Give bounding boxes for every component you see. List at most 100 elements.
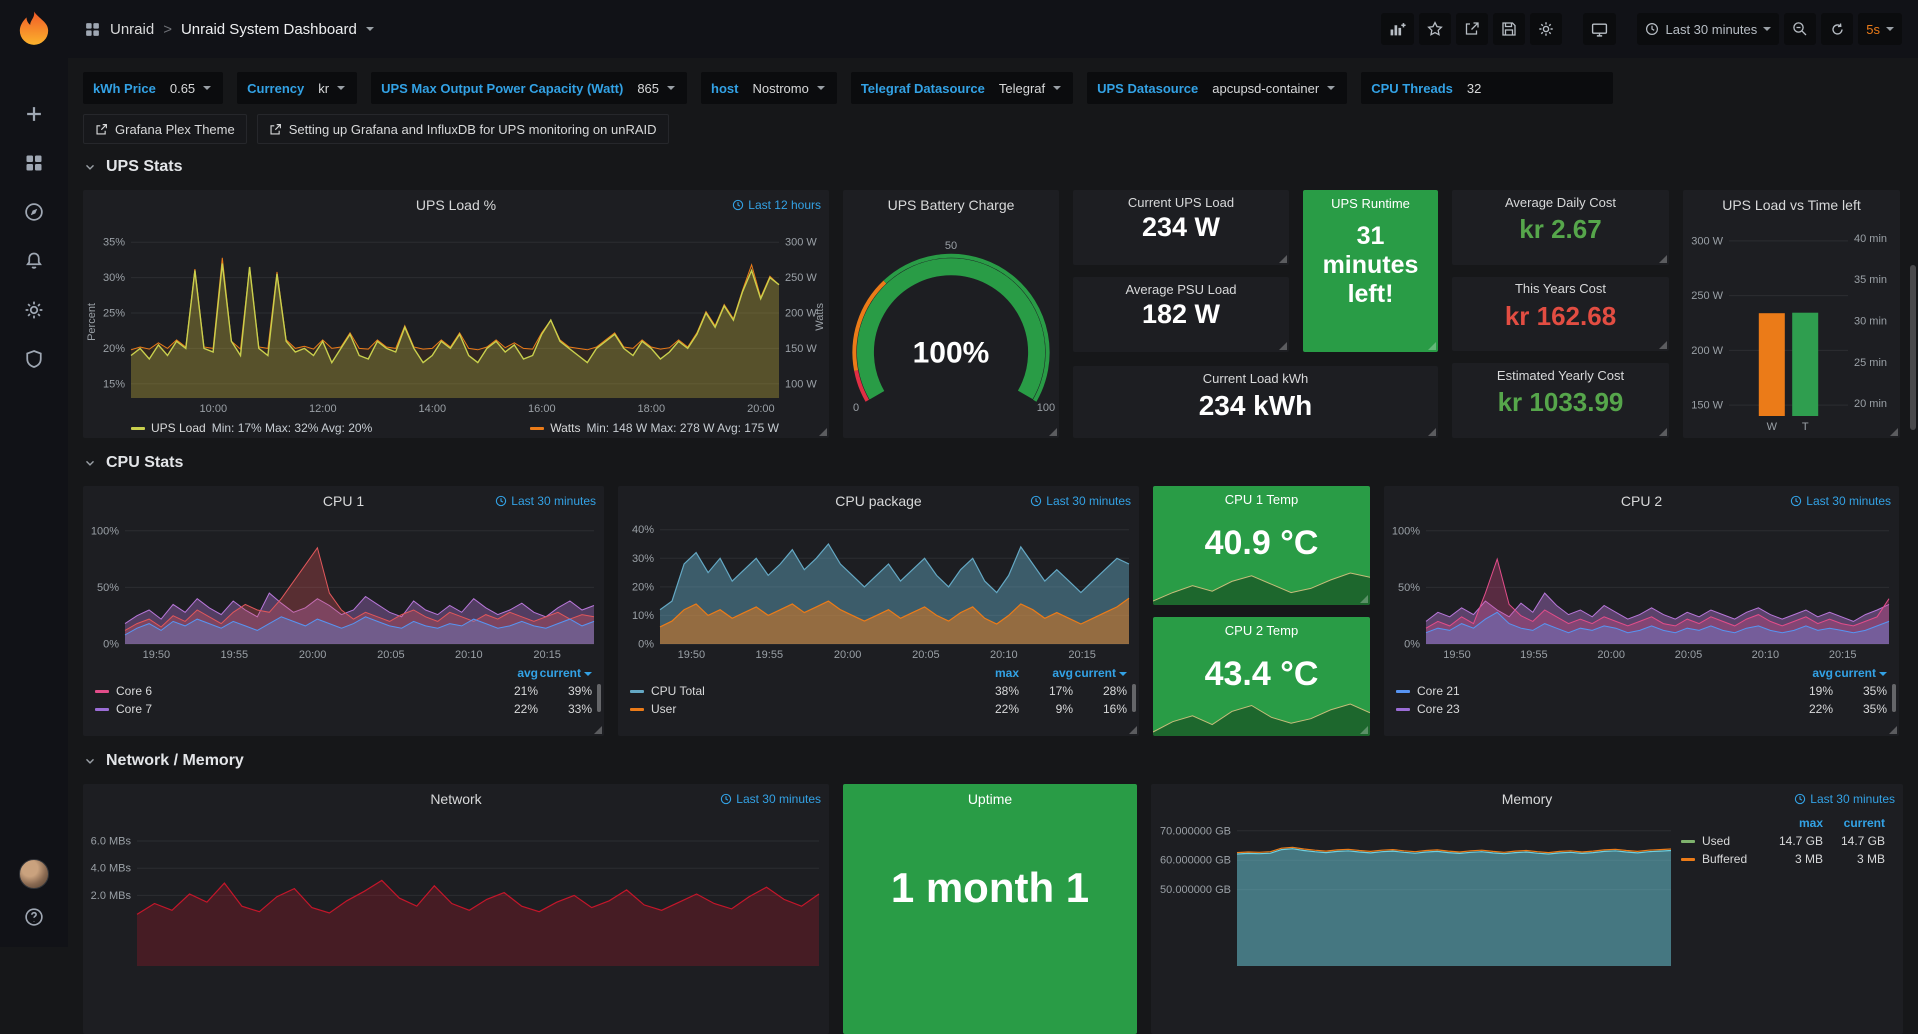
panel-resize-handle[interactable] [1129,726,1137,734]
legend-scrollbar[interactable] [1892,684,1896,712]
refresh-interval-picker[interactable]: 5s [1858,13,1902,45]
panel-title[interactable]: Uptime [968,791,1012,807]
sidebar-explore-button[interactable] [0,187,68,236]
legend-series[interactable]: Used [1681,834,1761,848]
star-button[interactable] [1419,13,1451,45]
legend-column-current[interactable]: current [538,666,592,680]
panel-time-range[interactable]: Last 30 minutes [1794,792,1895,806]
zoom-out-button[interactable] [1784,13,1816,45]
panel-title[interactable]: CPU 2 [1621,493,1662,509]
legend-column-avg[interactable]: avg [1019,666,1073,680]
tv-mode-button[interactable] [1583,13,1616,45]
dashboard-link[interactable]: Grafana Plex Theme [83,114,247,144]
page-scrollbar-thumb[interactable] [1910,265,1916,430]
panel-title[interactable]: Average Daily Cost [1505,195,1616,210]
panel-title[interactable]: UPS Battery Charge [888,197,1015,213]
save-button[interactable] [1493,13,1525,45]
variable-ups-max-output-power-capacity-watt-: UPS Max Output Power Capacity (Watt)865 [371,72,687,104]
legend-series[interactable]: CPU Total [630,684,965,698]
refresh-button[interactable] [1821,13,1853,45]
legend-column-current[interactable]: current [1823,816,1885,830]
panel-title[interactable]: This Years Cost [1515,281,1606,296]
panel-title[interactable]: CPU 2 Temp [1225,623,1298,638]
section-ups-stats[interactable]: UPS Stats [83,158,1903,176]
legend-column-avg[interactable]: avg [1779,666,1833,680]
panel-resize-handle[interactable] [1659,428,1667,436]
panel-title[interactable]: CPU package [835,493,921,509]
panel-title[interactable]: Current UPS Load [1128,195,1234,210]
legend-series[interactable]: UPS LoadMin: 17% Max: 32% Avg: 20% [131,421,372,435]
panel-resize-handle[interactable] [1360,726,1368,734]
sidebar-admin-button[interactable] [0,334,68,383]
legend-column-max[interactable]: max [965,666,1019,680]
panel-title[interactable]: Current Load kWh [1203,371,1309,386]
panel-resize-handle[interactable] [819,428,827,436]
legend-scrollbar[interactable] [1132,684,1136,712]
panel-resize-handle[interactable] [1428,342,1436,350]
caret-down-icon [817,86,825,90]
legend-series[interactable]: Core 23 [1396,702,1779,716]
legend-series[interactable]: Core 6 [95,684,484,698]
legend-series[interactable]: Core 7 [95,702,484,716]
panel-title[interactable]: Estimated Yearly Cost [1497,368,1624,383]
breadcrumb-root[interactable]: Unraid [110,21,154,38]
time-range-picker[interactable]: Last 30 minutes [1637,13,1779,45]
svg-text:4.0 MBs: 4.0 MBs [91,863,132,875]
panel-title[interactable]: UPS Load % [416,197,496,213]
legend-column-max[interactable]: max [1761,816,1823,830]
panel-title[interactable]: CPU 1 [323,493,364,509]
panel-time-range[interactable]: Last 30 minutes [1030,494,1131,508]
panel-title[interactable]: UPS Runtime [1331,196,1410,211]
panel-title[interactable]: Network [430,791,481,807]
user-avatar[interactable] [19,859,49,889]
panel-resize-handle[interactable] [1279,342,1287,350]
variable-select[interactable]: 865 [633,81,687,96]
section-cpu-stats[interactable]: CPU Stats [83,454,1903,472]
stat-value: 234 W [1073,212,1289,243]
panel-resize-handle[interactable] [1279,255,1287,263]
variable-select[interactable]: kr [314,81,357,96]
legend-series[interactable]: Buffered [1681,852,1761,866]
panel-resize-handle[interactable] [1659,341,1667,349]
panel-resize-handle[interactable] [1428,428,1436,436]
panel-resize-handle[interactable] [1049,428,1057,436]
variable-input[interactable]: 32 [1463,81,1613,96]
panel-resize-handle[interactable] [1360,595,1368,603]
legend-series[interactable]: WattsMin: 148 W Max: 278 W Avg: 175 W [530,421,779,435]
variable-select[interactable]: Telegraf [995,81,1073,96]
panel-time-range[interactable]: Last 12 hours [732,198,821,212]
share-button[interactable] [1456,13,1488,45]
panel-title[interactable]: Average PSU Load [1125,282,1236,297]
variable-select[interactable]: apcupsd-container [1208,81,1347,96]
sidebar-configuration-button[interactable] [0,285,68,334]
panel-resize-handle[interactable] [594,726,602,734]
variable-select[interactable]: 0.65 [166,81,223,96]
panel-title[interactable]: Memory [1502,791,1553,807]
panel-resize-handle[interactable] [1890,428,1898,436]
legend-scrollbar[interactable] [597,684,601,712]
add-panel-button[interactable] [1381,13,1414,45]
legend-column-current[interactable]: current [1833,666,1887,680]
panel-resize-handle[interactable] [1659,255,1667,263]
breadcrumb-current[interactable]: Unraid System Dashboard [181,21,357,38]
legend-series[interactable]: Core 21 [1396,684,1779,698]
sidebar-alerting-button[interactable] [0,236,68,285]
legend-column-avg[interactable]: avg [484,666,538,680]
sidebar-help-button[interactable] [0,901,68,933]
panel-time-range[interactable]: Last 30 minutes [720,792,821,806]
panel-title[interactable]: UPS Load vs Time left [1722,197,1861,213]
caret-down-icon[interactable] [366,27,374,31]
sidebar-dashboards-button[interactable] [0,138,68,187]
section-network-memory[interactable]: Network / Memory [83,752,1903,770]
legend-column-current[interactable]: current [1073,666,1127,680]
panel-title[interactable]: CPU 1 Temp [1225,492,1298,507]
legend-series[interactable]: User [630,702,965,716]
panel-time-range[interactable]: Last 30 minutes [495,494,596,508]
variable-select[interactable]: Nostromo [748,81,836,96]
panel-time-range[interactable]: Last 30 minutes [1790,494,1891,508]
panel-resize-handle[interactable] [1889,726,1897,734]
grafana-logo[interactable] [14,9,54,49]
dashboard-settings-button[interactable] [1530,13,1562,45]
dashboard-link[interactable]: Setting up Grafana and InfluxDB for UPS … [257,114,669,144]
sidebar-create-button[interactable] [0,89,68,138]
